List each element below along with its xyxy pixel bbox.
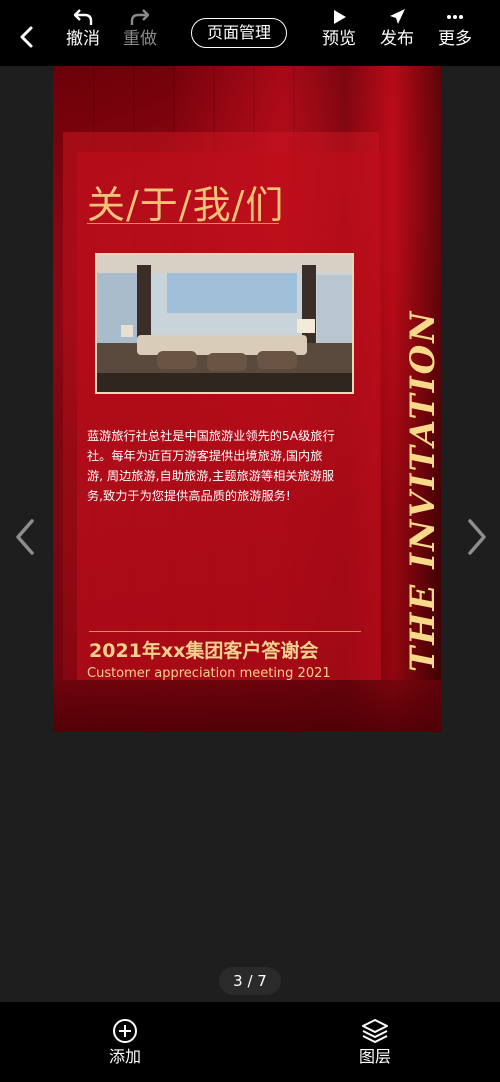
layers-icon [362, 1019, 388, 1043]
page-indicator: 3 / 7 [219, 967, 281, 995]
inner-panel[interactable] [77, 152, 381, 680]
redo-label: 重做 [123, 29, 157, 49]
event-subtitle[interactable]: Customer appreciation meeting 2021 [87, 666, 331, 681]
more-label: 更多 [438, 29, 472, 49]
more-button[interactable]: 更多 [430, 8, 480, 50]
more-dots-icon [447, 15, 463, 19]
title-divider [87, 223, 279, 224]
publish-label: 发布 [380, 29, 414, 49]
slide-canvas[interactable]: 关/于/我/们 蓝游旅行社总社是中国旅游业领先的5A级旅行社。每年为近百万游客提… [53, 66, 441, 732]
prev-page-button[interactable] [10, 517, 40, 557]
page-manage-button[interactable]: 页面管理 [191, 18, 287, 48]
redo-icon [130, 9, 150, 25]
chevron-left-icon [20, 26, 33, 48]
preview-label: 预览 [322, 29, 356, 49]
bottom-shade [53, 680, 441, 732]
top-toolbar: 撤消 重做 页面管理 预览 发布 更多 [0, 0, 500, 66]
hotel-lounge-photo[interactable] [95, 253, 354, 394]
invitation-vertical-text[interactable]: THE INVITATION [403, 310, 441, 672]
slide-title[interactable]: 关/于/我/们 [87, 174, 284, 229]
add-button[interactable]: 添加 [95, 1018, 155, 1068]
lounge-illustration [97, 255, 352, 392]
undo-label: 撤消 [66, 29, 100, 49]
add-label: 添加 [108, 1047, 141, 1066]
publish-button[interactable]: 发布 [372, 8, 422, 50]
redo-button[interactable]: 重做 [115, 8, 165, 50]
chevron-right-icon [468, 519, 486, 555]
play-icon [334, 10, 346, 24]
bottom-toolbar: 添加 图层 [0, 1002, 500, 1082]
layers-label: 图层 [358, 1047, 391, 1066]
next-page-button[interactable] [462, 517, 492, 557]
chevron-left-icon [16, 519, 34, 555]
preview-button[interactable]: 预览 [314, 8, 364, 50]
add-circle-icon [113, 1019, 137, 1043]
event-title[interactable]: 2021年xx集团客户答谢会 [89, 636, 318, 663]
layers-button[interactable]: 图层 [345, 1018, 405, 1068]
company-description[interactable]: 蓝游旅行社总社是中国旅游业领先的5A级旅行社。每年为近百万游客提供出境旅游,国内… [87, 426, 337, 506]
event-divider [89, 631, 361, 632]
send-icon [390, 9, 405, 24]
undo-button[interactable]: 撤消 [58, 8, 108, 50]
undo-icon [73, 9, 93, 25]
back-button[interactable] [10, 20, 44, 54]
